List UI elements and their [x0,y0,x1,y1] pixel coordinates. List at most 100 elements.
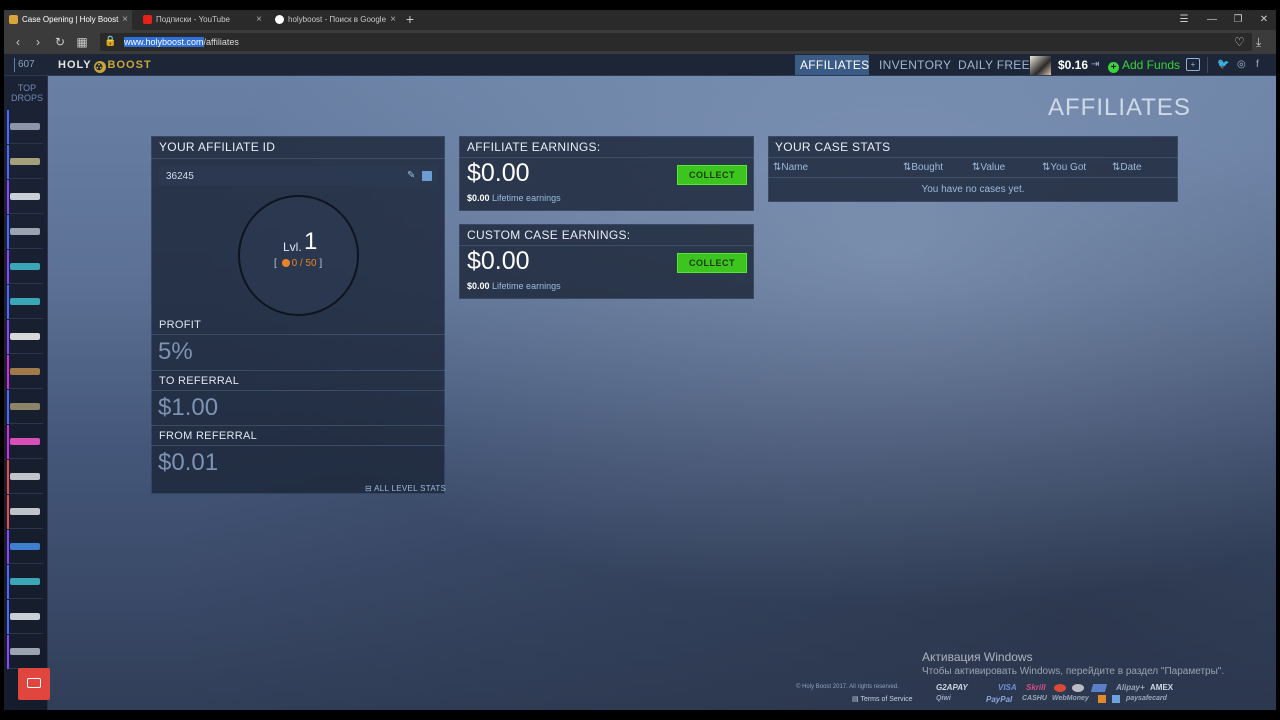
top-drop-item[interactable] [7,390,43,424]
url-path: /affiliates [203,37,239,47]
top-drop-item[interactable] [7,355,43,389]
letterbox-top [0,0,1280,10]
weapon-icon [10,193,40,200]
letterbox-right [1276,0,1280,720]
url-input[interactable] [100,33,1252,51]
profit-value: 5% [158,338,193,365]
new-tab-button[interactable]: + [403,10,417,30]
first-aid-kit-icon[interactable]: + [1186,58,1200,71]
minimize-icon[interactable]: — [1198,10,1226,30]
top-drop-item[interactable] [7,180,43,214]
back-icon[interactable]: ‹ [8,30,28,54]
collect-custom-case-button[interactable]: COLLECT [677,253,747,273]
logout-icon[interactable]: ⇥ [1091,58,1099,72]
divider [459,245,754,246]
divider [151,158,445,159]
divider [768,177,1178,178]
maximize-icon[interactable]: ❐ [1224,10,1252,30]
twitter-icon[interactable]: 🐦 [1217,58,1229,72]
rarity-stripe [7,250,9,284]
column-header-name[interactable]: ⇅Name [773,162,808,173]
nav-daily-free[interactable]: DAILY FREE [953,55,1035,75]
column-header-value[interactable]: ⇅Value [972,162,1005,173]
browser-menu-icon[interactable]: ☰ [1170,10,1198,30]
nav-affiliates[interactable]: AFFILIATES [795,55,869,75]
divider [768,157,1178,158]
top-drop-item[interactable] [7,145,43,179]
progress-bracket: ] [319,258,323,269]
rarity-stripe [7,180,9,214]
avatar[interactable] [1030,56,1051,75]
page-title: AFFILIATES [1048,94,1191,121]
rarity-stripe [7,390,9,424]
rarity-stripe [7,355,9,389]
top-drop-item[interactable] [7,320,43,354]
share-icon[interactable] [422,171,432,181]
close-tab-icon[interactable]: × [256,10,262,30]
level-number: 1 [304,228,318,255]
reload-icon[interactable]: ↻ [50,30,70,54]
column-header-date[interactable]: ⇅Date [1112,162,1142,173]
payment-amex: AMEX [1150,683,1174,692]
top-drop-item[interactable] [7,600,43,634]
close-tab-icon[interactable]: × [122,10,128,30]
affiliate-id-field[interactable] [159,166,438,185]
top-drop-item[interactable] [7,425,43,459]
top-drop-item[interactable] [7,530,43,564]
top-drop-item[interactable] [7,495,43,529]
collect-affiliate-button[interactable]: COLLECT [677,165,747,185]
nav-inventory[interactable]: INVENTORY [874,55,956,75]
add-funds-button[interactable]: + Add Funds [1108,58,1180,73]
column-header-bought[interactable]: ⇅Bought [903,162,943,173]
instagram-icon[interactable]: ◎ [1237,58,1246,72]
download-icon[interactable]: ⤓ [1256,33,1270,51]
terms-of-service-link[interactable]: ▤ Terms of Service [852,695,913,703]
facebook-icon[interactable]: f [1256,58,1259,72]
all-level-stats-link[interactable]: ⊟ ALL LEVEL STATS [365,484,446,493]
top-drop-item[interactable] [7,565,43,599]
custom-case-earnings-amount: $0.00 [467,247,530,275]
weapon-icon [10,543,40,550]
weapon-icon [10,578,40,585]
forward-icon[interactable]: › [28,30,48,54]
from-referral-label: FROM REFERRAL [159,430,258,442]
weapon-icon [10,263,40,270]
rarity-stripe [7,145,9,179]
mastercard-icon [1054,684,1066,692]
affiliate-earnings-title: AFFILIATE EARNINGS: [467,140,601,154]
top-drop-item[interactable] [7,250,43,284]
payment-alipay: Alipay+ [1116,683,1145,692]
grid-icon[interactable]: ▦ [72,30,92,54]
windows-activation-title: Активация Windows [922,650,1033,664]
weapon-icon [10,438,40,445]
top-drop-item[interactable] [7,635,43,669]
close-tab-icon[interactable]: × [390,10,396,30]
bookmark-heart-icon[interactable]: ♡ [1234,33,1248,51]
weapon-icon [10,473,40,480]
column-header-you-got[interactable]: ⇅You Got [1042,162,1086,173]
affiliate-id-title: YOUR AFFILIATE ID [159,140,276,154]
case-stats-title: YOUR CASE STATS [775,140,891,154]
weapon-icon [10,158,40,165]
top-drop-item[interactable] [7,110,43,144]
browser-tab-google[interactable]: holyboost - Поиск в Google × [270,10,400,30]
close-window-icon[interactable]: ✕ [1250,10,1278,30]
url-text[interactable]: www.holyboost.com/affiliates [124,36,239,48]
divider [151,390,445,391]
payment-g2apay: G2APAY [936,683,968,692]
chat-button[interactable] [18,668,50,700]
custom-case-earnings-title: CUSTOM CASE EARNINGS: [467,228,631,242]
plus-icon: + [1108,62,1119,73]
weapon-icon [10,613,40,620]
payment-visa: VISA [998,683,1017,692]
browser-tab-youtube[interactable]: Подписки - YouTube × [138,10,266,30]
lock-icon: 🔒 [104,36,117,47]
rarity-stripe [7,600,9,634]
site-logo[interactable]: HOLY ☢ BOOST [58,58,152,73]
browser-tab-holyboost[interactable]: Case Opening | Holy Boost × [4,10,132,30]
top-drop-item[interactable] [7,285,43,319]
level-progress: [ 0 / 50 ] [274,258,322,269]
edit-icon[interactable]: ✎ [407,170,415,181]
top-drop-item[interactable] [7,460,43,494]
top-drop-item[interactable] [7,215,43,249]
